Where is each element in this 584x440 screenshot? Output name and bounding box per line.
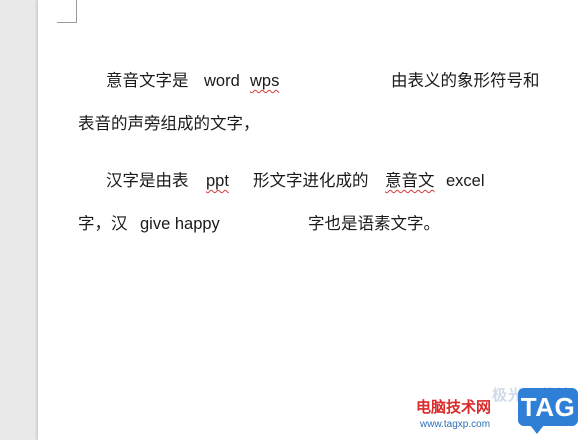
- paragraph-2-line-1[interactable]: 汉字是由表 ppt 形文字进化成的 意音文 excel: [78, 169, 568, 193]
- text-run[interactable]: 汉字是由表: [106, 169, 189, 193]
- text-run-ppt-misspelled[interactable]: ppt: [206, 169, 229, 193]
- paragraph-2[interactable]: 汉字是由表 ppt 形文字进化成的 意音文 excel 字，汉 give hap…: [78, 169, 568, 233]
- watermark-title: 电脑技术网: [416, 398, 492, 416]
- site-watermark: 极光下载站 电脑技术网 www.tagxp.com TAG: [414, 382, 584, 440]
- text-run[interactable]: 意音文字是: [106, 69, 189, 93]
- text-run[interactable]: 字也是语素文字。: [308, 212, 440, 236]
- text-run-excel[interactable]: excel: [446, 169, 485, 193]
- paragraph-2-line-2[interactable]: 字，汉 give happy 字也是语素文字。: [78, 212, 568, 236]
- document-workspace: 意音文字是 word wps 由表义的象形符号和 表音的声旁组成的文字， 汉字是…: [0, 0, 584, 440]
- watermark-url: www.tagxp.com: [420, 419, 491, 430]
- text-run[interactable]: 由表义的象形符号和: [391, 69, 540, 93]
- text-run-flagged-grammar[interactable]: 意音文: [385, 169, 435, 193]
- paragraph-1[interactable]: 意音文字是 word wps 由表义的象形符号和 表音的声旁组成的文字，: [78, 69, 568, 133]
- text-run[interactable]: 形文字进化成的: [253, 169, 369, 193]
- text-run-word[interactable]: word: [204, 69, 240, 93]
- paragraph-1-line-2[interactable]: 表音的声旁组成的文字，: [78, 112, 260, 136]
- text-run-give-happy[interactable]: give happy: [140, 212, 220, 236]
- tag-logo-icon: TAG: [518, 388, 578, 434]
- paragraph-1-line-1[interactable]: 意音文字是 word wps 由表义的象形符号和: [78, 69, 568, 93]
- text-run-wps-misspelled[interactable]: wps: [250, 69, 279, 93]
- page-margin-corner-mark: [57, 0, 77, 23]
- text-run[interactable]: 字，汉: [78, 212, 128, 236]
